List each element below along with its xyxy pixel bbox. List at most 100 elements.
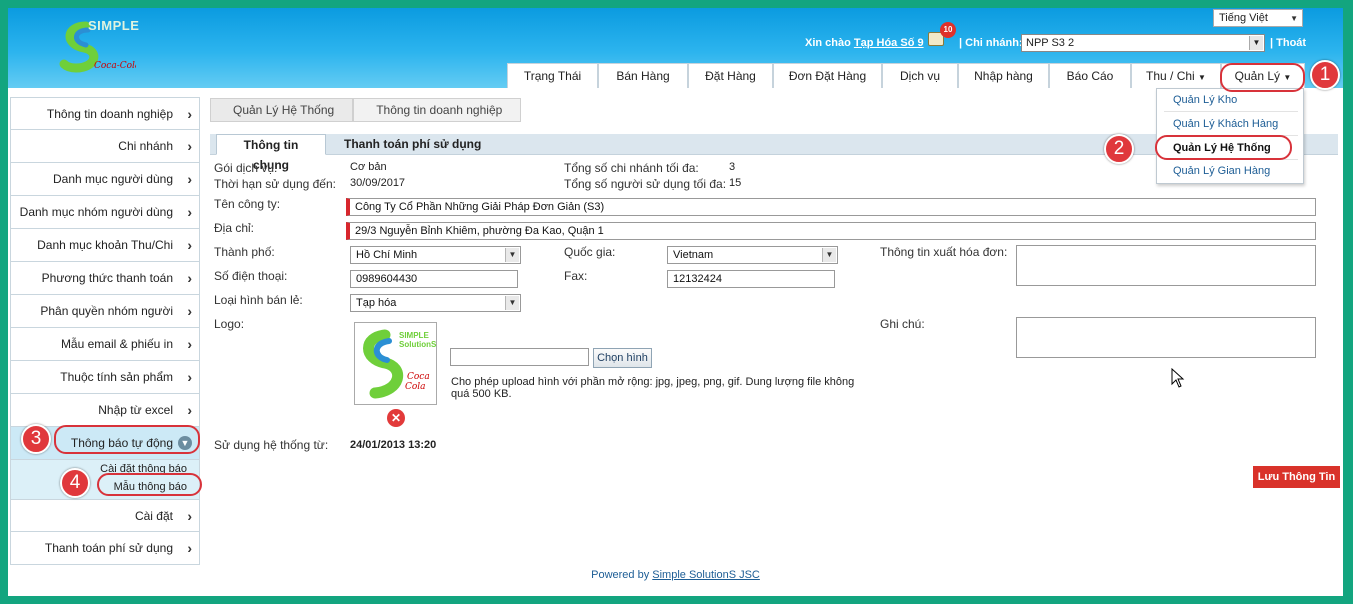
retail-type-label: Loại hình bán lẻ: xyxy=(214,293,303,307)
note-label: Ghi chú: xyxy=(880,317,925,331)
since-value: 24/01/2013 13:20 xyxy=(350,439,437,451)
country-value: Vietnam xyxy=(673,249,714,261)
chevron-right-icon: › xyxy=(187,336,192,352)
city-label: Thành phố: xyxy=(214,245,275,259)
sidebar-item-payment-methods[interactable]: Phương thức thanh toán › xyxy=(10,262,200,295)
country-label: Quốc gia: xyxy=(564,245,616,259)
company-logo-image: Coca Cola SIMPLE SolutionS xyxy=(354,322,437,405)
step-number-badge: 2 xyxy=(1104,134,1134,164)
sidebar-item-settings[interactable]: Cài đặt › xyxy=(10,499,200,532)
save-info-button[interactable]: Lưu Thông Tin xyxy=(1253,466,1340,488)
company-label: Tên công ty: xyxy=(214,197,281,211)
breadcrumb: Quản Lý Hệ Thống Thông tin doanh nghiệp xyxy=(210,98,522,122)
retail-type-value: Tạp hóa xyxy=(356,297,397,309)
chevron-right-icon: › xyxy=(187,204,192,220)
step-number-badge: 3 xyxy=(21,424,51,454)
sidebar-item-company-info[interactable]: Thông tin doanh nghiệp › xyxy=(10,97,200,130)
chevron-right-icon: › xyxy=(187,138,192,154)
file-path-input[interactable] xyxy=(450,348,589,366)
breadcrumb-item: Thông tin doanh nghiệp xyxy=(353,98,522,122)
sidebar-item-label: Danh mục nhóm người dùng xyxy=(19,205,173,219)
sidebar-item-label: Phương thức thanh toán xyxy=(41,271,173,285)
city-select[interactable]: Hồ Chí Minh ▼ xyxy=(350,246,521,264)
logo-text: SIMPLE xyxy=(88,18,140,33)
sidebar-item-label: Danh mục người dùng xyxy=(53,172,173,186)
chevron-right-icon: › xyxy=(187,303,192,319)
menu-item-stalls[interactable]: Quản Lý Gian Hàng xyxy=(1164,160,1298,183)
sidebar-item-excel-import[interactable]: Nhập từ excel › xyxy=(10,394,200,427)
language-select[interactable]: Tiếng Việt ▼ xyxy=(1213,9,1303,27)
footer-link[interactable]: Simple SolutionS JSC xyxy=(652,569,760,581)
branch-value: NPP S3 2 xyxy=(1026,37,1075,49)
header: Coca-Cola SIMPLE Tiếng Việt ▼ Xin chào T… xyxy=(8,8,1343,88)
notification-button[interactable]: 10 xyxy=(928,22,956,48)
nav-ban-hang[interactable]: Bán Hàng xyxy=(598,63,688,88)
logout-link[interactable]: | Thoát xyxy=(1270,37,1306,49)
sidebar-item-email-templates[interactable]: Mẫu email & phiếu in › xyxy=(10,328,200,361)
chevron-down-icon: ▼ xyxy=(1290,14,1298,23)
user-name-link[interactable]: Tạp Hóa Số 9 xyxy=(854,37,924,49)
nav-don-dat-hang[interactable]: Đơn Đặt Hàng xyxy=(773,63,882,88)
max-branches-label: Tổng số chi nhánh tối đa: xyxy=(564,161,699,175)
fax-label: Fax: xyxy=(564,269,588,283)
sidebar-item-income-expense[interactable]: Danh mục khoản Thu/Chi › xyxy=(10,229,200,262)
chevron-down-icon: ▼ xyxy=(822,248,836,262)
chevron-down-icon: ▼ xyxy=(505,296,519,310)
retail-type-select[interactable]: Tạp hóa ▼ xyxy=(350,294,521,312)
max-users-label: Tổng số người sử dụng tối đa: xyxy=(564,177,727,191)
chevron-right-icon: › xyxy=(187,106,192,122)
sidebar-item-label: Cài đặt xyxy=(134,509,173,523)
svg-text:Coca-Cola: Coca-Cola xyxy=(94,61,136,71)
nav-trang-thai[interactable]: Trạng Thái xyxy=(507,63,598,88)
delete-logo-icon[interactable]: ✕ xyxy=(387,409,405,427)
sidebar-item-permissions[interactable]: Phân quyền nhóm người dùng› xyxy=(10,295,200,350)
nav-thu-chi[interactable]: Thu / Chi ▼ xyxy=(1131,63,1221,88)
tab-usage-fee[interactable]: Thanh toán phí sử dụng xyxy=(334,134,491,155)
chevron-right-icon: › xyxy=(187,270,192,286)
fax-input[interactable]: 12132424 xyxy=(667,270,835,288)
logout-label: Thoát xyxy=(1276,37,1307,49)
menu-item-warehouse[interactable]: Quản Lý Kho xyxy=(1164,89,1298,112)
sidebar-item-product-attributes[interactable]: Thuộc tính sản phẩm › xyxy=(10,361,200,394)
chevron-right-icon: › xyxy=(187,508,192,524)
address-input[interactable]: 29/3 Nguyễn Bỉnh Khiêm, phường Đa Kao, Q… xyxy=(346,222,1316,240)
sidebar-item-user-groups[interactable]: Danh mục nhóm người dùng › xyxy=(10,196,200,229)
note-textarea[interactable] xyxy=(1016,317,1316,358)
logo-box-text: SIMPLE SolutionS xyxy=(399,331,437,349)
chevron-down-icon: ▼ xyxy=(505,248,519,262)
branch-select[interactable]: NPP S3 2 ▼ xyxy=(1021,34,1265,52)
nav-dat-hang[interactable]: Đặt Hàng xyxy=(688,63,773,88)
service-package-value: Cơ bản xyxy=(350,161,387,173)
address-label: Địa chỉ: xyxy=(214,221,255,235)
nav-nhap-hang[interactable]: Nhập hàng xyxy=(958,63,1049,88)
sidebar-item-branches[interactable]: Chi nhánh › xyxy=(10,130,200,163)
caret-down-icon: ▼ xyxy=(1198,73,1206,82)
nav-bao-cao[interactable]: Báo Cáo xyxy=(1049,63,1131,88)
invoice-info-label: Thông tin xuất hóa đơn: xyxy=(880,245,1008,259)
tab-general-info[interactable]: Thông tin chung xyxy=(216,134,326,172)
breadcrumb-item[interactable]: Quản Lý Hệ Thống xyxy=(210,98,354,122)
sidebar-item-usage-fee[interactable]: Thanh toán phí sử dụng › xyxy=(10,532,200,565)
city-value: Hồ Chí Minh xyxy=(356,249,418,261)
svg-text:Coca: Coca xyxy=(407,372,430,382)
app-frame: Coca-Cola SIMPLE Tiếng Việt ▼ Xin chào T… xyxy=(8,8,1343,596)
phone-input[interactable]: 0989604430 xyxy=(350,270,518,288)
invoice-info-textarea[interactable] xyxy=(1016,245,1316,286)
sidebar-item-label: Thanh toán phí sử dụng xyxy=(44,541,173,555)
nav-dich-vu[interactable]: Dịch vụ xyxy=(882,63,958,88)
sidebar-item-label: Danh mục khoản Thu/Chi xyxy=(37,238,173,252)
country-select[interactable]: Vietnam ▼ xyxy=(667,246,838,264)
menu-item-customers[interactable]: Quản Lý Khách Hàng xyxy=(1164,113,1298,136)
since-label: Sử dụng hệ thống từ: xyxy=(214,438,329,452)
step-number-badge: 4 xyxy=(60,468,90,498)
sidebar-item-users[interactable]: Danh mục người dùng › xyxy=(10,163,200,196)
footer: Powered by Simple SolutionS JSC xyxy=(8,569,1343,581)
chevron-right-icon: › xyxy=(187,171,192,187)
choose-image-button[interactable]: Chọn hình xyxy=(593,348,652,368)
service-package-label: Gói dịch vụ: xyxy=(214,161,278,175)
company-name-input[interactable]: Công Ty Cổ Phần Những Giải Pháp Đơn Giản… xyxy=(346,198,1316,216)
footer-prefix: Powered by xyxy=(591,569,650,581)
chevron-right-icon: › xyxy=(187,402,192,418)
highlight-ring-auto-notify xyxy=(54,425,200,454)
phone-label: Số điện thoại: xyxy=(214,269,288,283)
